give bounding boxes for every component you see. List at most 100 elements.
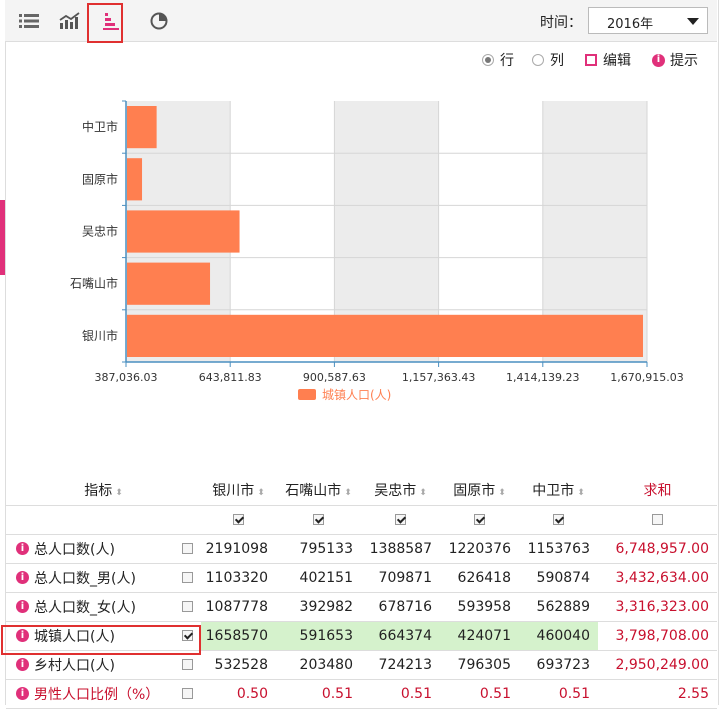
legend-label: 城镇人口(人) xyxy=(322,388,391,402)
bar-固原市 xyxy=(127,158,143,201)
table-cell: 664374 xyxy=(361,621,440,651)
indicator-label: 总人口数_女(人) xyxy=(34,599,136,616)
time-label: 时间： xyxy=(540,15,582,31)
table-cell: 1103320 xyxy=(201,563,276,593)
column-checkbox-cell xyxy=(276,505,361,535)
column-checkbox[interactable] xyxy=(233,514,244,525)
bar-吴忠市 xyxy=(127,210,240,253)
indicator-cell: i 男性人口比例（%） xyxy=(6,679,201,709)
info-icon[interactable]: i xyxy=(16,542,29,555)
table-cell: 678716 xyxy=(361,592,440,622)
indicator-label: 男性人口比例（%） xyxy=(34,686,160,703)
row-checkbox[interactable] xyxy=(182,659,193,670)
column-header[interactable]: 银川市 ⬍ xyxy=(201,476,276,506)
radio-col-icon[interactable] xyxy=(532,54,544,66)
info-icon[interactable]: i xyxy=(16,687,29,700)
y-tick-label: 固原市 xyxy=(82,171,118,186)
column-header-label: 石嘴山市 xyxy=(285,483,342,500)
table-cell: 0.51 xyxy=(361,679,440,709)
table-row[interactable]: i 总人口数_男(人) 1103320 402151 709871 626418 59087… xyxy=(6,563,717,593)
sort-icon[interactable]: ⬍ xyxy=(498,488,506,498)
table-cell: 424071 xyxy=(440,621,519,651)
table-row[interactable]: i 总人口数(人) 2191098 795133 1388587 1220376 11537… xyxy=(6,534,717,564)
info-icon[interactable]: i xyxy=(16,571,29,584)
column-checkbox[interactable] xyxy=(553,514,564,525)
row-checkbox[interactable] xyxy=(182,543,193,554)
table-cell: 0.51 xyxy=(519,679,598,709)
x-tick-label: 1,670,915.03 xyxy=(610,371,683,384)
sort-icon[interactable]: ⬍ xyxy=(577,488,585,498)
line-chart-icon[interactable] xyxy=(58,9,82,33)
table-cell: 0.51 xyxy=(440,679,519,709)
sum-cell: 3,798,708.00 xyxy=(598,621,717,651)
table-cell: 626418 xyxy=(440,563,519,593)
table-cell: 203480 xyxy=(276,650,361,680)
radio-col[interactable]: 列 xyxy=(532,50,564,70)
table-header-row: 指标 ⬍ 银川市 ⬍ 石嘴山市 ⬍ 吴忠市 ⬍ 固原市 ⬍ 中卫市 ⬍ 求和 xyxy=(6,476,717,506)
y-tick-label: 石嘴山市 xyxy=(70,276,118,291)
table-cell: 796305 xyxy=(440,650,519,680)
table-cell: 709871 xyxy=(361,563,440,593)
time-select[interactable]: 2016年 xyxy=(588,7,708,34)
radio-row[interactable]: 行 xyxy=(482,50,514,70)
column-checkbox[interactable] xyxy=(474,514,485,525)
column-checkbox-cell xyxy=(440,505,519,535)
column-header-label: 指标 xyxy=(84,483,113,500)
edit-icon xyxy=(585,54,597,66)
sort-icon[interactable]: ⬍ xyxy=(344,488,352,498)
info-icon[interactable]: i xyxy=(16,600,29,613)
info-icon[interactable]: i xyxy=(16,658,29,671)
column-checkbox[interactable] xyxy=(395,514,406,525)
indicator-label: 乡村人口(人) xyxy=(34,657,115,674)
table-row[interactable]: i 总人口数_女(人) 1087778 392982 678716 593958 56288… xyxy=(6,592,717,622)
row-checkbox[interactable] xyxy=(182,601,193,612)
sum-cell: 6,748,957.00 xyxy=(598,534,717,564)
bar-银川市 xyxy=(127,314,643,357)
sort-icon[interactable]: ⬍ xyxy=(257,488,265,498)
column-checkbox-cell xyxy=(361,505,440,535)
legend-swatch xyxy=(298,389,316,400)
table-cell: 402151 xyxy=(276,563,361,593)
radio-row-icon[interactable] xyxy=(482,54,494,66)
indicator-label: 总人口数_男(人) xyxy=(34,570,136,587)
table-cell: 693723 xyxy=(519,650,598,680)
pie-chart-icon[interactable] xyxy=(147,9,171,33)
column-header-label: 固原市 xyxy=(453,483,496,500)
time-select-value: 2016年 xyxy=(607,17,654,32)
column-checkbox[interactable] xyxy=(652,514,663,525)
table-cell: 0.50 xyxy=(201,679,276,709)
x-tick-label: 1,414,139.23 xyxy=(506,371,579,384)
table-cell: 593958 xyxy=(440,592,519,622)
radio-row-label: 行 xyxy=(500,53,514,69)
row-checkbox[interactable] xyxy=(182,572,193,583)
sort-icon[interactable]: ⬍ xyxy=(115,488,123,498)
column-header[interactable]: 中卫市 ⬍ xyxy=(519,476,598,506)
column-header[interactable]: 指标 ⬍ xyxy=(6,476,201,506)
x-tick-label: 1,157,363.43 xyxy=(402,371,475,384)
column-header-label: 中卫市 xyxy=(532,483,575,500)
list-icon[interactable] xyxy=(17,9,41,33)
table-cell: 1220376 xyxy=(440,534,519,564)
column-header[interactable]: 石嘴山市 ⬍ xyxy=(276,476,361,506)
row-checkbox[interactable] xyxy=(182,688,193,699)
column-checkbox[interactable] xyxy=(313,514,324,525)
edit-button[interactable]: 编辑 xyxy=(585,50,631,70)
column-checkbox-row xyxy=(6,505,717,535)
chevron-down-icon xyxy=(687,18,699,25)
y-tick-label: 中卫市 xyxy=(82,119,118,134)
column-checkbox-cell xyxy=(201,505,276,535)
hint-button[interactable]: i 提示 xyxy=(652,50,698,70)
indicator-cell: i 总人口数_男(人) xyxy=(6,563,201,593)
column-checkbox-cell xyxy=(6,505,201,535)
data-table: 指标 ⬍ 银川市 ⬍ 石嘴山市 ⬍ 吴忠市 ⬍ 固原市 ⬍ 中卫市 ⬍ 求和 i 总人口数(人) 21910… xyxy=(6,476,717,709)
edit-label: 编辑 xyxy=(603,53,631,69)
column-header[interactable]: 吴忠市 ⬍ xyxy=(361,476,440,506)
table-row[interactable]: i 男性人口比例（%） 0.50 0.51 0.51 0.51 0.51 2.55 xyxy=(6,679,717,709)
x-tick-label: 900,587.63 xyxy=(303,371,366,384)
sort-icon[interactable]: ⬍ xyxy=(419,488,427,498)
column-header[interactable]: 固原市 ⬍ xyxy=(440,476,519,506)
table-cell: 795133 xyxy=(276,534,361,564)
table-cell: 1658570 xyxy=(201,621,276,651)
y-tick-label: 吴忠市 xyxy=(82,224,118,239)
column-header[interactable]: 求和 xyxy=(598,476,717,506)
